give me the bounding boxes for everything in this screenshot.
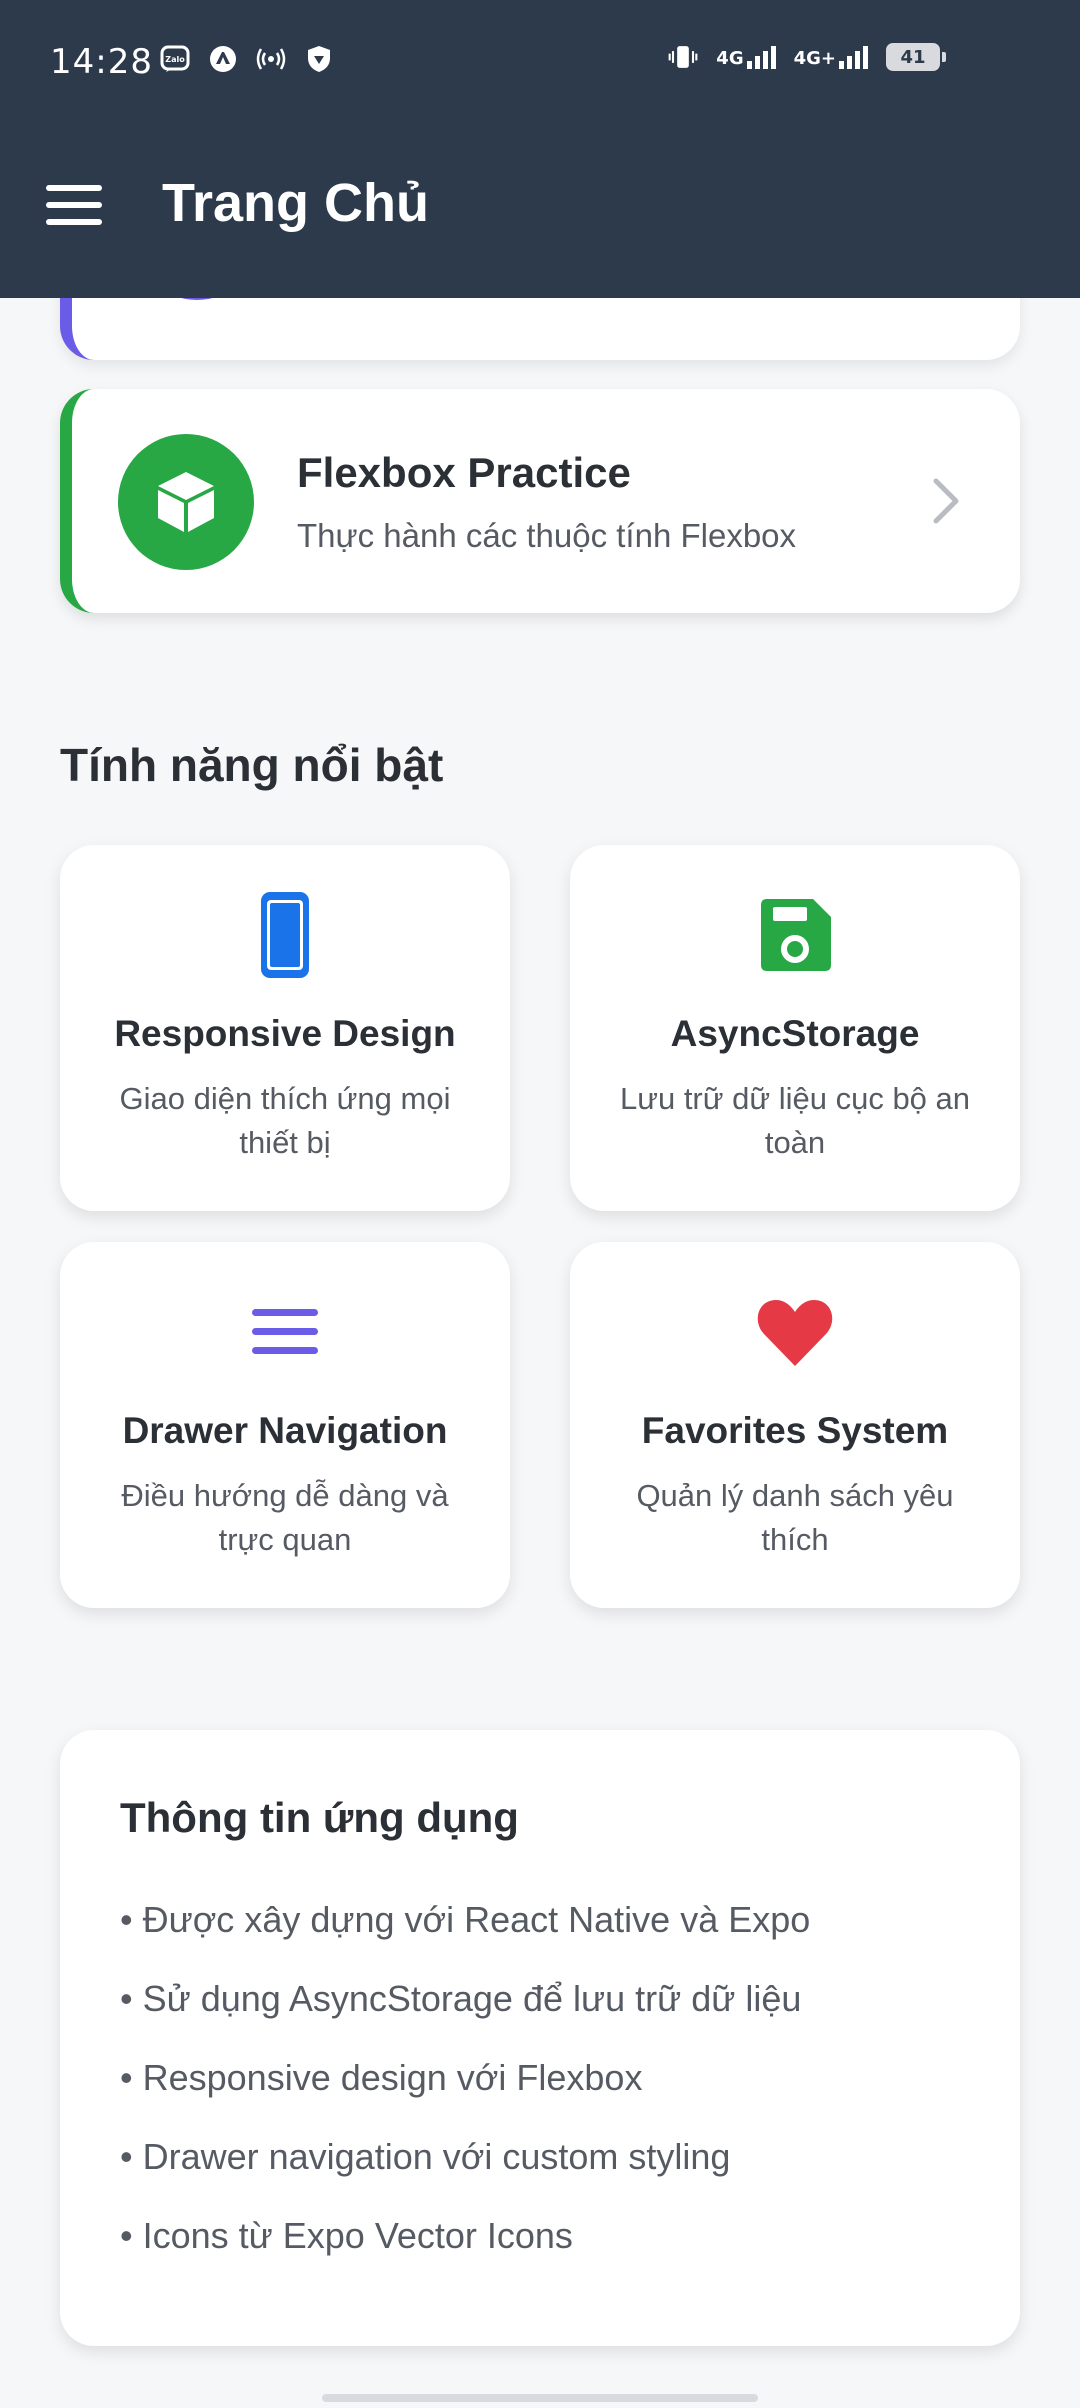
vpn-shield-icon [304,44,334,74]
feature-description: Lưu trữ dữ liệu cục bộ an toàn [619,1081,971,1160]
app-bar: Trang Chủ [0,150,1080,260]
save-icon [570,887,1020,983]
page-title: Trang Chủ [162,173,429,233]
home-indicator[interactable] [322,2394,758,2402]
network-type-label: 4G+ [793,48,836,69]
battery-icon: 41 [886,43,946,71]
signal-bars-icon [839,45,868,69]
signal-bars-icon [746,45,776,69]
feature-description: Điều hướng dễ dàng và trực quan [121,1478,449,1557]
feature-card-responsive-design[interactable]: Responsive Design Giao diện thích ứng mọ… [60,845,510,1211]
status-right-icons: 4G 4G+ 41 [668,42,946,72]
network-type-label: 4G [716,48,744,69]
feature-card-asyncstorage[interactable]: AsyncStorage Lưu trữ dữ liệu cục bộ an t… [570,845,1020,1211]
flexbox-practice-card[interactable]: Flexbox Practice Thực hành các thuộc tín… [60,389,1020,613]
heart-icon [570,1284,1020,1380]
hotspot-icon [256,44,286,74]
feature-description: Quản lý danh sách yêu thích [636,1478,954,1557]
svg-text:Zalo: Zalo [165,55,185,64]
feature-title: AsyncStorage [670,1013,920,1054]
info-list-item: • Được xây dựng với React Native và Expo [120,1899,811,1940]
signal-4g-plus: 4G+ [794,45,868,69]
vibrate-icon [668,42,698,72]
feature-title: Favorites System [641,1410,949,1451]
status-left-icons: Zalo [160,44,334,74]
app-info-card: Thông tin ứng dụng • Được xây dựng với R… [60,1730,1020,2346]
feature-description: Giao diện thích ứng mọi thiết bị [119,1081,451,1160]
info-list-item: • Responsive design với Flexbox [120,2057,643,2098]
hamburger-menu-icon[interactable] [46,185,102,225]
info-list-item: • Icons từ Expo Vector Icons [120,2215,573,2256]
info-list: • Được xây dựng với React Native và Expo… [120,1898,810,2293]
card-title: Flexbox Practice [297,449,631,496]
info-title: Thông tin ứng dụng [120,1794,519,1841]
zalo-icon: Zalo [160,44,190,74]
signal-4g: 4G [716,45,776,69]
cube-icon [118,434,254,570]
menu-icon [60,1284,510,1380]
phone-icon [60,887,510,983]
messenger-icon [208,44,238,74]
section-title: Tính năng nổi bật [60,739,444,791]
chevron-right-icon [933,478,959,524]
app-header: 14:28 Zalo 4G 4G+ 41 Trang Chủ [0,0,1080,298]
status-time: 14:28 [50,42,153,82]
feature-card-drawer-navigation[interactable]: Drawer Navigation Điều hướng dễ dàng và … [60,1242,510,1608]
card-subtitle: Thực hành các thuộc tính Flexbox [297,517,797,554]
feature-title: Drawer Navigation [122,1410,448,1451]
status-bar: 14:28 Zalo 4G 4G+ 41 [0,36,1080,92]
feature-title: Responsive Design [114,1013,456,1054]
battery-level: 41 [900,46,926,68]
info-list-item: • Drawer navigation với custom styling [120,2136,731,2177]
feature-card-favorites-system[interactable]: Favorites System Quản lý danh sách yêu t… [570,1242,1020,1608]
info-list-item: • Sử dụng AsyncStorage để lưu trữ dữ liệ… [120,1978,802,2019]
